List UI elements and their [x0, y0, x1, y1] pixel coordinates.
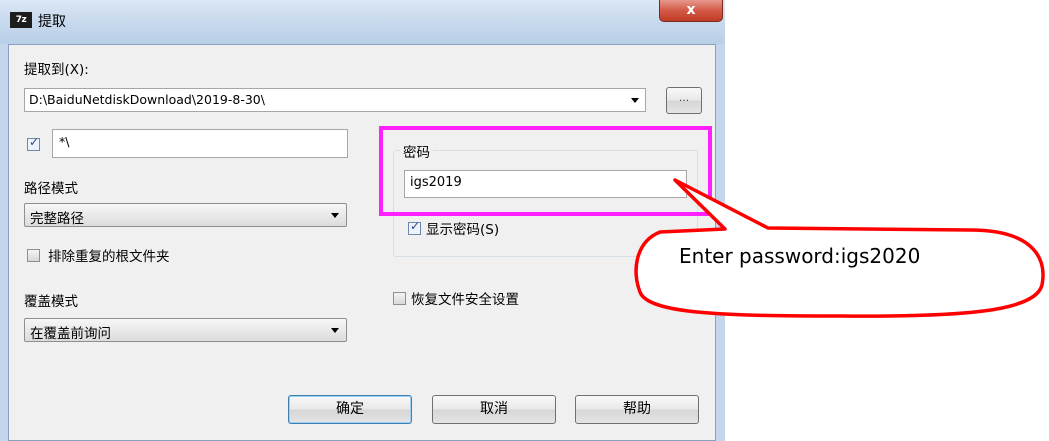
- path-mode-label: 路径模式: [24, 181, 78, 197]
- filter-checkbox[interactable]: [27, 135, 40, 151]
- overwrite-mode-select[interactable]: 在覆盖前询问: [24, 318, 347, 342]
- exclude-root-checkbox[interactable]: [27, 249, 40, 262]
- show-password-checkbox[interactable]: [408, 219, 421, 235]
- chevron-down-icon: [331, 328, 339, 333]
- close-button[interactable]: x: [659, 0, 723, 22]
- overwrite-mode-label: 覆盖模式: [24, 294, 78, 310]
- app-logo-icon: 7z: [10, 12, 32, 28]
- callout-text: Enter password:igs2020: [679, 244, 921, 268]
- filter-input[interactable]: *\: [52, 129, 348, 158]
- title-bar: 7z 提取: [0, 0, 725, 44]
- window-frame-left: [0, 44, 8, 441]
- show-password-label: 显示密码(S): [426, 222, 500, 238]
- exclude-root-label: 排除重复的根文件夹: [48, 249, 170, 265]
- path-mode-value: 完整路径: [30, 211, 84, 227]
- path-mode-select[interactable]: 完整路径: [24, 203, 347, 227]
- window-title: 提取: [38, 14, 66, 30]
- extract-path-combobox[interactable]: D:\BaiduNetdiskDownload\2019-8-30\: [24, 88, 646, 112]
- restore-security-checkbox[interactable]: [393, 292, 406, 305]
- restore-security-label: 恢复文件安全设置: [411, 292, 519, 308]
- ok-button[interactable]: 确定: [288, 395, 412, 424]
- filter-value: *\: [59, 134, 70, 149]
- chevron-down-icon: [631, 98, 639, 103]
- overwrite-mode-value: 在覆盖前询问: [30, 326, 111, 342]
- extract-to-label: 提取到(X):: [24, 62, 89, 78]
- extract-path-value: D:\BaiduNetdiskDownload\2019-8-30\: [29, 92, 265, 107]
- browse-button[interactable]: ...: [666, 87, 702, 114]
- chevron-down-icon: [331, 213, 339, 218]
- cancel-button[interactable]: 取消: [432, 395, 556, 424]
- help-button[interactable]: 帮助: [575, 395, 699, 424]
